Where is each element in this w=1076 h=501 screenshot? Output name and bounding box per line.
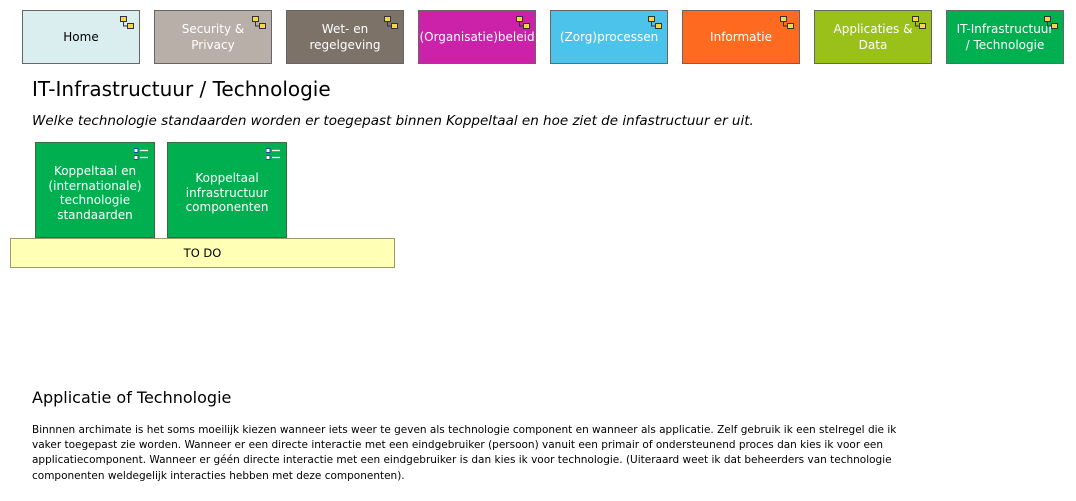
nav-box-informatie[interactable]: Informatie [682, 10, 800, 64]
nav-box-it-infrastructuur[interactable]: IT-Infrastructuur / Technologie [946, 10, 1064, 64]
todo-note[interactable]: TO DO [10, 238, 395, 268]
nav-label: (Zorg)processen [559, 30, 659, 44]
page-title: IT-Infrastructuur / Technologie [32, 77, 331, 101]
nav-box-home[interactable]: Home [22, 10, 140, 64]
nav-label: (Organisatie)beleid [419, 30, 535, 44]
model-reference-icon [120, 16, 134, 29]
nav-box-organisatiebeleid[interactable]: (Organisatie)beleid [418, 10, 536, 64]
model-reference-icon [252, 16, 266, 29]
element-technologie-standaarden[interactable]: Koppeltaal en (internationale) technolog… [35, 142, 155, 238]
model-reference-icon [384, 16, 398, 29]
nav-label: Informatie [710, 30, 772, 44]
nav-label: Wet- en regelgeving [309, 22, 381, 52]
model-reference-icon [648, 16, 662, 29]
nav-box-zorgprocessen[interactable]: (Zorg)processen [550, 10, 668, 64]
model-reference-icon [1044, 16, 1058, 29]
nav-label: Home [63, 30, 99, 44]
nav-box-applicaties-data[interactable]: Applicaties & Data [814, 10, 932, 64]
page-subtitle: Welke technologie standaarden worden er … [32, 113, 754, 129]
nav-label: IT-Infrastructuur / Technologie [956, 22, 1054, 52]
model-reference-icon [780, 16, 794, 29]
list-icon [134, 148, 148, 160]
nav-label: Security & Privacy [181, 22, 245, 52]
element-infrastructuur-componenten[interactable]: Koppeltaal infrastructuur componenten [167, 142, 287, 238]
model-reference-icon [912, 16, 926, 29]
nav-box-wet-en-regelgeving[interactable]: Wet- en regelgeving [286, 10, 404, 64]
todo-label: TO DO [183, 246, 222, 260]
list-icon [266, 148, 280, 160]
element-label: Koppeltaal infrastructuur componenten [185, 171, 269, 215]
nav-label: Applicaties & Data [833, 22, 913, 52]
model-reference-icon [516, 16, 530, 29]
element-label: Koppeltaal en (internationale) technolog… [48, 164, 142, 222]
section-body: Binnnen archimate is het soms moeilijk k… [32, 424, 897, 482]
nav-box-security-privacy[interactable]: Security & Privacy [154, 10, 272, 64]
section-heading: Applicatie of Technologie [32, 388, 232, 407]
